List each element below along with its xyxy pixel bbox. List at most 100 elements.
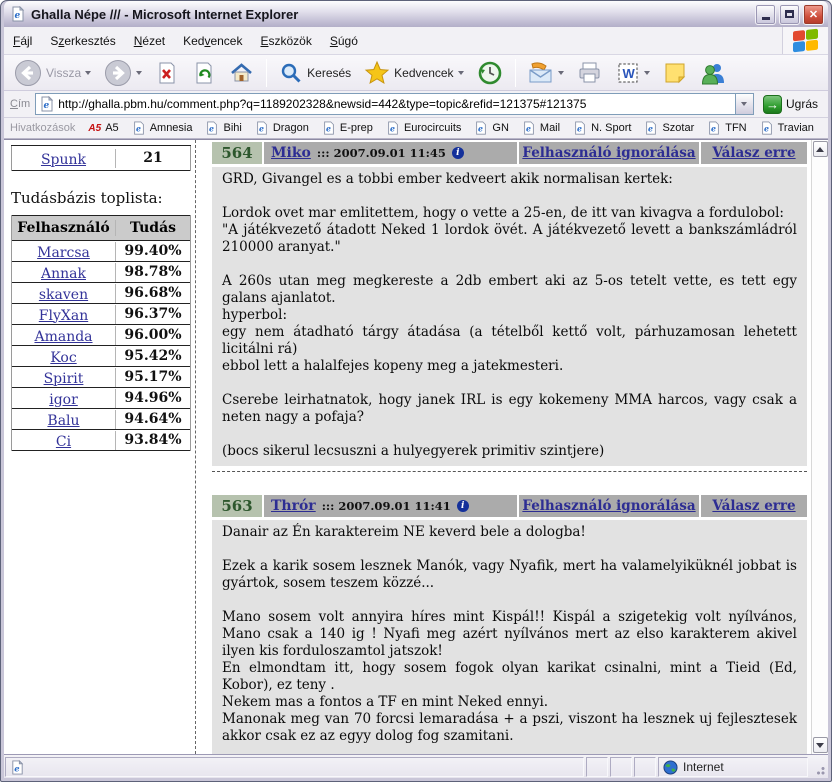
minimize-button[interactable] [755,4,776,25]
reply-link[interactable]: Válasz erre [712,145,795,161]
scroll-up-button[interactable] [813,141,828,157]
user-link[interactable]: Koc [50,350,76,366]
chevron-up-icon [816,147,824,152]
user-link[interactable]: FlyXan [39,308,88,324]
post-line: Danair az Én karaktereim NE keverd bele … [222,524,797,541]
mail-button[interactable] [524,57,568,89]
links-bar-item[interactable]: eEurocircuits [386,121,461,135]
info-icon[interactable]: i [452,147,464,159]
menu-item-sugo[interactable]: Súgó [321,27,367,54]
menu-item-fajl[interactable]: Fájl [4,27,41,54]
toplist-row: Balu 94.64% [12,409,190,430]
links-bar-item[interactable]: eMail [522,121,560,135]
maximize-button[interactable] [779,4,800,25]
post-line: Manonak meg van 70 forcsi lemaradása + a… [222,711,797,745]
user-link[interactable]: Annak [41,266,86,282]
menu-item-eszkozok[interactable]: Eszközök [251,27,320,54]
info-icon[interactable]: i [457,500,469,512]
menu-item-nezet[interactable]: Nézet [125,27,174,54]
status-pane [586,757,608,777]
vertical-scrollbar[interactable] [811,140,828,754]
print-icon [577,61,603,85]
links-bar-item[interactable]: eSzotar [644,121,694,135]
post-line [222,426,797,443]
user-link[interactable]: Spirit [44,371,84,387]
links-bar-item[interactable]: eE-prep [322,121,373,135]
resize-grip[interactable] [810,757,827,777]
menu-item-szerkesztes[interactable]: Szerkesztés [41,27,124,54]
url-input[interactable] [58,95,735,113]
user-link[interactable]: igor [49,392,78,408]
print-button[interactable] [573,57,607,89]
refresh-icon [192,61,216,85]
links-bar-item[interactable]: eN. Sport [573,121,631,135]
chevron-down-icon [741,102,747,106]
title-bar[interactable]: e Ghalla Népe /// - Microsoft Internet E… [4,1,828,27]
status-pane [610,757,632,777]
svg-text:e: e [209,125,214,134]
home-icon [229,61,254,85]
ignore-user-link[interactable]: Felhasználó ignorálása [522,498,695,514]
score-value: 96.37% [116,306,190,322]
post-line: egy nem átadható tárgy átadása (a tételb… [222,324,797,358]
menu-item-kedvencek[interactable]: Kedvencek [174,27,251,54]
go-arrow-icon: → [763,95,782,114]
post-line [222,188,797,205]
messenger-icon [700,61,728,85]
minimize-icon [762,17,770,20]
favorites-button[interactable]: Kedvencek [360,57,467,89]
go-button[interactable]: → Ugrás [759,95,822,114]
edit-dropdown-icon [644,71,650,75]
reply-link[interactable]: Válasz erre [712,498,795,514]
security-zone-label: Internet [683,760,724,774]
links-bar-item-a5[interactable]: A5A5 [88,122,118,134]
links-bar-item[interactable]: eBihi [205,121,241,135]
chevron-down-icon [816,743,824,748]
score-value: 94.64% [116,411,190,427]
discuss-button[interactable] [659,57,691,89]
post-body: Danair az Én karaktereim NE keverd bele … [212,520,807,754]
user-link[interactable]: Amanda [34,329,92,345]
scroll-down-button[interactable] [813,737,828,753]
links-bar-item[interactable]: eGN [474,121,509,135]
back-button[interactable]: Vissza [10,57,95,89]
history-button[interactable] [473,57,507,89]
post-line: ebbol lett a halalfejes kopeny meg a jat… [222,358,797,375]
ie-page-icon: e [10,6,26,22]
user-link[interactable]: Marcsa [37,245,90,261]
ie-page-icon: e [255,121,269,135]
column-header-score: Tudás [116,220,190,236]
user-link[interactable]: Balu [47,413,79,429]
toplist-row: Amanda96.00% [12,325,190,346]
user-link[interactable]: Spunk [41,152,86,168]
forward-button[interactable] [100,57,146,89]
search-button[interactable]: Keresés [275,57,355,89]
score-value: 99.40% [116,243,190,259]
url-dropdown-button[interactable] [735,94,753,114]
ignore-user-link[interactable]: Felhasználó ignorálása [522,145,695,161]
edit-button[interactable]: W [612,57,654,89]
links-bar-item[interactable]: eAmnesia [132,121,193,135]
toplist-header-row: Felhasználó Tudás [12,215,190,241]
svg-text:e: e [390,125,395,134]
links-bar-item[interactable]: eTravian [760,121,814,135]
post-line: GRD, Givangel es a tobbi ember kedveert … [222,171,797,188]
close-button[interactable]: ✕ [803,4,824,25]
post-line: Lordok ovet mar emlitettem, hogy o vette… [222,205,797,222]
links-bar-item[interactable]: eTFN [707,121,746,135]
user-link[interactable]: Ci [56,434,71,450]
author-link[interactable]: Miko [271,145,311,161]
user-link[interactable]: skaven [39,287,88,303]
refresh-button[interactable] [188,57,220,89]
status-bar: e Internet [4,754,828,778]
post-line [222,375,797,392]
forward-arrow-icon [104,59,132,87]
stop-button[interactable] [151,57,183,89]
toplist-row: FlyXan 96.37% [12,304,190,325]
author-link[interactable]: Thrór [271,498,316,514]
messenger-button[interactable] [696,57,732,89]
home-button[interactable] [225,57,258,89]
favorites-dropdown-icon [458,71,464,75]
links-bar-item[interactable]: eDragon [255,121,309,135]
status-pane [634,757,656,777]
